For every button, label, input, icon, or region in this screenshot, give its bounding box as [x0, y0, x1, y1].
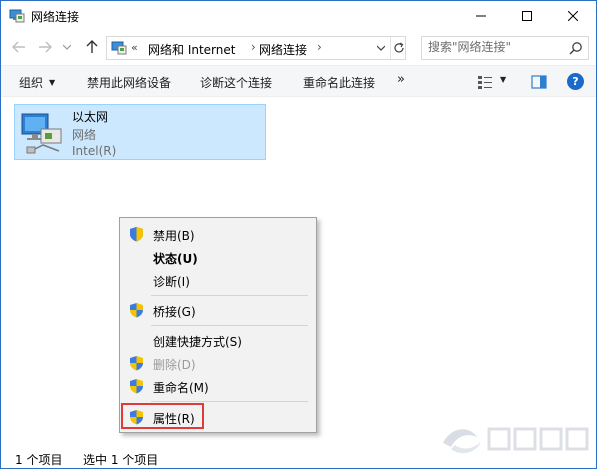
menu-item-rename[interactable]: 重命名(M): [122, 375, 314, 397]
diagnose-button[interactable]: 诊断这个连接: [200, 74, 272, 91]
forward-button[interactable]: [34, 37, 56, 57]
search-icon[interactable]: [569, 41, 583, 55]
view-options-icon[interactable]: [477, 74, 493, 90]
caret-down-icon[interactable]: ▼: [500, 75, 506, 84]
arrow-left-icon: [12, 41, 25, 53]
minimize-button[interactable]: [458, 1, 504, 31]
close-button[interactable]: [550, 1, 596, 31]
menu-item-label: 创建快捷方式(S): [153, 335, 242, 349]
adapter-name: 以太网: [72, 110, 109, 124]
breadcrumb-network-internet[interactable]: 网络和 Internet: [148, 41, 235, 58]
refresh-button[interactable]: [390, 37, 406, 59]
file-list: 以太网 网络 Intel(R) 禁用(B) 状态(U) 诊断(I) 桥接(G): [1, 98, 596, 446]
network-connections-icon: [9, 9, 25, 23]
address-overflow-chevron[interactable]: «: [131, 41, 138, 54]
command-bar: 组织 ▼ 禁用此网络设备 诊断这个连接 重命名此连接 » ▼ ?: [1, 65, 596, 97]
menu-item-disable[interactable]: 禁用(B): [122, 223, 314, 245]
chevron-down-icon: [377, 45, 385, 51]
menu-item-bridge[interactable]: 桥接(G): [122, 299, 314, 321]
caret-down-icon: ▼: [49, 78, 56, 87]
up-button[interactable]: [81, 37, 103, 57]
uac-shield-icon: [130, 227, 143, 242]
watermark-logo: [443, 427, 589, 454]
address-dropdown-button[interactable]: [373, 37, 389, 59]
back-button[interactable]: [8, 37, 30, 57]
minimize-icon: [476, 15, 486, 17]
breadcrumb-separator[interactable]: ›: [251, 40, 256, 54]
close-icon: [568, 11, 578, 21]
maximize-icon: [522, 11, 532, 21]
menu-item-label: 重命名(M): [153, 381, 209, 395]
uac-shield-icon: [130, 379, 143, 394]
organize-button[interactable]: 组织 ▼: [19, 74, 55, 91]
more-commands-button[interactable]: »: [397, 72, 405, 87]
address-bar[interactable]: « 网络和 Internet › 网络连接 ›: [106, 36, 406, 60]
preview-pane-icon[interactable]: [531, 74, 547, 90]
menu-item-label: 禁用(B): [153, 229, 195, 243]
uac-shield-icon: [130, 303, 143, 318]
rename-connection-button[interactable]: 重命名此连接: [303, 74, 375, 91]
adapter-device: Intel(R): [72, 144, 117, 158]
ethernet-adapter-item[interactable]: 以太网 网络 Intel(R): [14, 104, 266, 160]
refresh-icon: [393, 42, 404, 53]
menu-item-create-shortcut[interactable]: 创建快捷方式(S): [122, 329, 314, 351]
chevron-down-icon: [63, 44, 71, 50]
menu-item-delete: 删除(D): [122, 352, 314, 374]
arrow-up-icon: [86, 40, 98, 53]
recent-locations-button[interactable]: [59, 37, 75, 57]
window-title: 网络连接: [31, 10, 80, 24]
title-bar[interactable]: 网络连接: [1, 1, 596, 31]
selected-count: 选中 1 个项目: [83, 453, 159, 467]
highlight-outline: [121, 403, 204, 429]
disable-device-button[interactable]: 禁用此网络设备: [87, 74, 171, 91]
organize-label: 组织: [19, 76, 44, 90]
search-input[interactable]: [428, 40, 568, 54]
menu-item-label: 诊断(I): [153, 275, 190, 289]
menu-separator: [151, 325, 308, 326]
address-row: « 网络和 Internet › 网络连接 ›: [1, 31, 596, 63]
menu-separator: [151, 401, 308, 402]
context-menu: 禁用(B) 状态(U) 诊断(I) 桥接(G) 创建快捷方式(S) 删除(D): [119, 217, 317, 433]
network-connections-icon: [111, 41, 127, 55]
maximize-button[interactable]: [504, 1, 550, 31]
search-box[interactable]: [421, 36, 589, 60]
help-button[interactable]: ?: [567, 73, 584, 90]
menu-item-label: 删除(D): [153, 358, 196, 372]
menu-item-status[interactable]: 状态(U): [122, 246, 314, 268]
uac-shield-icon: [130, 356, 143, 371]
adapter-status: 网络: [72, 128, 97, 142]
explorer-window: 网络连接 « 网络和 Internet › 网络连接 › 搜索"网络连接" 组织…: [0, 0, 597, 469]
breadcrumb-separator[interactable]: ›: [317, 40, 322, 54]
menu-item-diagnose[interactable]: 诊断(I): [122, 269, 314, 291]
breadcrumb-network-connections[interactable]: 网络连接: [259, 41, 307, 58]
menu-separator: [151, 295, 308, 296]
arrow-right-icon: [39, 41, 52, 53]
item-count: 1 个项目: [15, 453, 63, 467]
menu-item-label: 桥接(G): [153, 305, 196, 319]
menu-item-label: 状态(U): [153, 252, 198, 266]
ethernet-adapter-icon: [21, 113, 62, 154]
